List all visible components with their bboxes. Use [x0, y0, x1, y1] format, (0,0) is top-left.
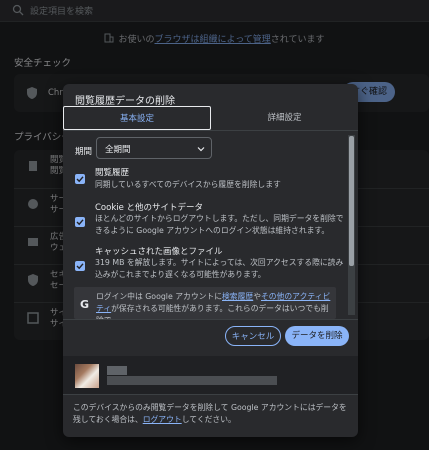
delete-data-button[interactable]: データを削除	[285, 326, 349, 346]
option-desc: ほとんどのサイトからログアウトします。ただし、同期データを削除できるように Go…	[95, 214, 344, 235]
period-label: 期間	[75, 147, 93, 157]
info-text: ログイン中は Google アカウントに検索履歴やその他のアクティビティが保存さ…	[96, 291, 332, 319]
clear-browsing-data-dialog: 閲覧履歴データの削除 基本設定 詳細設定 期間 全期間 閲覧履歴 同期しているす…	[63, 84, 358, 437]
dialog-scroll-area[interactable]: 期間 全期間 閲覧履歴 同期しているすべてのデバイスから履歴を削除します Coo…	[63, 131, 358, 319]
account-divider	[63, 394, 358, 395]
option-desc: 319 MB を解放します。サイトによっては、次回アクセスする際に読み込みがこれ…	[95, 258, 344, 279]
cancel-button[interactable]: キャンセル	[225, 326, 281, 346]
check-icon	[76, 176, 84, 183]
check-icon	[76, 219, 84, 226]
cache-checkbox[interactable]	[75, 261, 85, 271]
period-value: 全期間	[105, 145, 131, 155]
redacted-email	[107, 376, 277, 385]
period-select[interactable]: 全期間	[96, 137, 212, 159]
account-row	[63, 356, 358, 394]
info-text-1: ログイン中は Google アカウントに	[96, 292, 223, 301]
google-icon: G	[80, 298, 90, 311]
logout-link[interactable]: ログアウト	[143, 415, 182, 424]
option-title: 閲覧履歴	[95, 168, 130, 178]
note-suffix: してください。	[181, 415, 236, 424]
dialog-title: 閲覧履歴データの削除	[75, 96, 175, 107]
check-icon	[76, 263, 84, 270]
info-text-2: や	[253, 292, 261, 301]
search-history-link[interactable]: 検索履歴	[222, 292, 253, 301]
avatar	[75, 364, 99, 388]
option-title: キャッシュされた画像とファイル	[95, 247, 223, 257]
cookies-checkbox[interactable]	[75, 217, 85, 227]
option-title: Cookie と他のサイトデータ	[95, 203, 204, 213]
content-divider	[63, 319, 358, 320]
option-cache: キャッシュされた画像とファイル 319 MB を解放します。サイトによっては、次…	[63, 245, 348, 289]
scrollbar-thumb[interactable]	[349, 136, 354, 266]
redacted-name	[107, 366, 127, 375]
logout-note: このデバイスからのみ閲覧データを削除して Google アカウントにはデータを残…	[73, 402, 351, 426]
google-account-info: G ログイン中は Google アカウントに検索履歴やその他のアクティビティが保…	[74, 287, 336, 319]
tab-advanced[interactable]: 詳細設定	[211, 106, 358, 130]
info-text-3: が保存される可能性があります。これらのデータはいつでも削除で	[96, 304, 329, 319]
option-history: 閲覧履歴 同期しているすべてのデバイスから履歴を削除します	[63, 166, 348, 196]
chevron-down-icon	[197, 147, 205, 152]
history-checkbox[interactable]	[75, 174, 85, 184]
dialog-tabs: 基本設定 詳細設定	[63, 106, 358, 130]
tab-basic[interactable]: 基本設定	[63, 106, 211, 130]
option-desc: 同期しているすべてのデバイスから履歴を削除します	[95, 180, 281, 189]
option-cookies: Cookie と他のサイトデータ ほとんどのサイトからログアウトします。ただし、…	[63, 201, 348, 245]
